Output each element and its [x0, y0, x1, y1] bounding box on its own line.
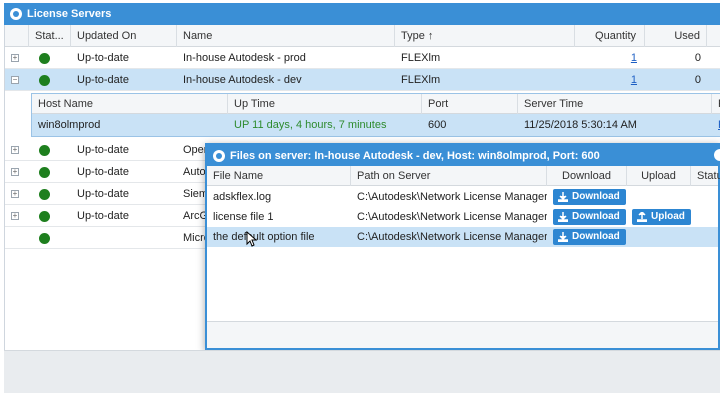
cell-name: Sieme [183, 188, 207, 200]
header-file-name[interactable]: File Name [207, 166, 351, 186]
cell-type: FLEXlm [401, 74, 441, 86]
cell-name: Micros [183, 232, 207, 244]
cell-server-time: 11/25/2018 5:30:14 AM [524, 119, 637, 131]
cell-name: ArcGIS [183, 210, 207, 222]
status-ok-icon [39, 53, 50, 64]
download-label: Download [572, 191, 620, 202]
file-row[interactable]: adskflex.log C:\Autodesk\Network License… [207, 187, 718, 207]
cell-updated: Up-to-date [77, 52, 129, 64]
cell-used: 0 [694, 52, 701, 64]
status-ok-icon [39, 233, 50, 244]
cell-name: Autode [183, 166, 207, 178]
download-label: Download [572, 211, 620, 222]
upload-button[interactable]: Upload [632, 209, 691, 225]
cell-updated: Up-to-date [77, 188, 129, 200]
status-ok-icon [39, 211, 50, 222]
table-row[interactable]: + Up-to-date In-house Autodesk - prod FL… [5, 47, 720, 69]
cell-quantity-link[interactable]: 1 [575, 69, 637, 91]
expand-icon[interactable]: + [11, 212, 19, 220]
license-server-icon [10, 8, 22, 20]
header-upload[interactable]: Upload [627, 166, 691, 186]
status-ok-icon [39, 189, 50, 200]
header-download[interactable]: Download [547, 166, 627, 186]
cell-quantity-link[interactable]: 1 [575, 47, 637, 69]
header-quantity[interactable]: Quantity [575, 25, 645, 47]
cell-host: win8olmprod [38, 119, 101, 131]
header-port[interactable]: Port [422, 94, 518, 114]
expand-icon[interactable]: + [11, 146, 19, 154]
file-row-selected[interactable]: the default option file C:\Autodesk\Netw… [207, 227, 718, 247]
cell-updated: Up-to-date [77, 74, 129, 86]
download-icon [558, 212, 568, 222]
window-titlebar: License Servers [4, 3, 720, 25]
dialog-icon [213, 149, 225, 162]
expand-icon[interactable]: + [11, 54, 19, 62]
cell-name: In-house Autodesk - dev [183, 74, 302, 86]
header-expander-col [5, 25, 29, 47]
files-link[interactable]: Fi [712, 114, 720, 136]
cell-file-name: the default option file [213, 231, 315, 243]
download-icon [558, 192, 568, 202]
cell-updated: Up-to-date [77, 210, 129, 222]
download-button[interactable]: Download [553, 189, 626, 205]
header-name[interactable]: Name [177, 25, 395, 47]
subgrid-row[interactable]: win8olmprod UP 11 days, 4 hours, 7 minut… [32, 114, 720, 136]
dialog-footer [207, 321, 718, 348]
header-used[interactable]: Used [645, 25, 707, 47]
cell-name: In-house Autodesk - prod [183, 52, 306, 64]
upload-label: Upload [651, 211, 685, 222]
dialog-grid-header: File Name Path on Server Download Upload… [207, 166, 720, 186]
server-details-subgrid: Host Name Up Time Port Server Time Fi wi… [31, 93, 720, 137]
mouse-cursor-icon [246, 231, 258, 247]
dialog-title: Files on server: In-house Autodesk - dev… [230, 149, 600, 162]
cell-file-path: C:\Autodesk\Network License Manager\w... [357, 211, 547, 223]
status-ok-icon [39, 167, 50, 178]
header-status[interactable]: Statu [691, 166, 720, 186]
download-button[interactable]: Download [553, 229, 626, 245]
cell-file-path: C:\Autodesk\Network License Manager\a... [357, 231, 547, 243]
cell-updated: Up-to-date [77, 166, 129, 178]
cell-used: 0 [694, 74, 701, 86]
files-on-server-dialog: Files on server: In-house Autodesk - dev… [205, 143, 720, 350]
cell-updated [71, 227, 177, 249]
expand-icon[interactable]: + [11, 190, 19, 198]
header-up-time[interactable]: Up Time [228, 94, 422, 114]
grid-footer [4, 350, 720, 393]
header-updated-on[interactable]: Updated On [71, 25, 177, 47]
cell-file-path: C:\Autodesk\Network License Manager\a... [357, 191, 547, 203]
cell-file-name: adskflex.log [213, 191, 272, 203]
expand-icon[interactable]: + [11, 168, 19, 176]
window-title: License Servers [27, 8, 112, 20]
upload-icon [637, 212, 647, 222]
cell-updated: Up-to-date [77, 144, 129, 156]
download-button[interactable]: Download [553, 209, 626, 225]
cell-port: 600 [428, 119, 447, 131]
cell-type: FLEXlm [401, 52, 441, 64]
dialog-titlebar[interactable]: Files on server: In-house Autodesk - dev… [207, 145, 718, 166]
cell-name: OpenL [183, 144, 207, 156]
cell-file-name: license file 1 [213, 211, 274, 223]
grid-header: Stat... Updated On Name Type ↑ Quantity … [5, 25, 720, 47]
header-files[interactable]: Fi [712, 94, 720, 114]
file-row[interactable]: license file 1 C:\Autodesk\Network Licen… [207, 207, 718, 227]
cell-uptime: UP 11 days, 4 hours, 7 minutes [234, 119, 387, 131]
header-server-time[interactable]: Server Time [518, 94, 712, 114]
status-ok-icon [39, 75, 50, 86]
header-host-name[interactable]: Host Name [32, 94, 228, 114]
close-icon[interactable] [714, 149, 720, 161]
collapse-icon[interactable]: − [11, 76, 19, 84]
download-label: Download [572, 231, 620, 242]
header-status[interactable]: Stat... [29, 25, 71, 47]
header-type[interactable]: Type ↑ [395, 25, 575, 47]
download-icon [558, 232, 568, 242]
header-path[interactable]: Path on Server [351, 166, 547, 186]
table-row-selected[interactable]: − Up-to-date In-house Autodesk - dev FLE… [5, 69, 720, 91]
status-ok-icon [39, 145, 50, 156]
subgrid-header: Host Name Up Time Port Server Time Fi [32, 94, 720, 114]
